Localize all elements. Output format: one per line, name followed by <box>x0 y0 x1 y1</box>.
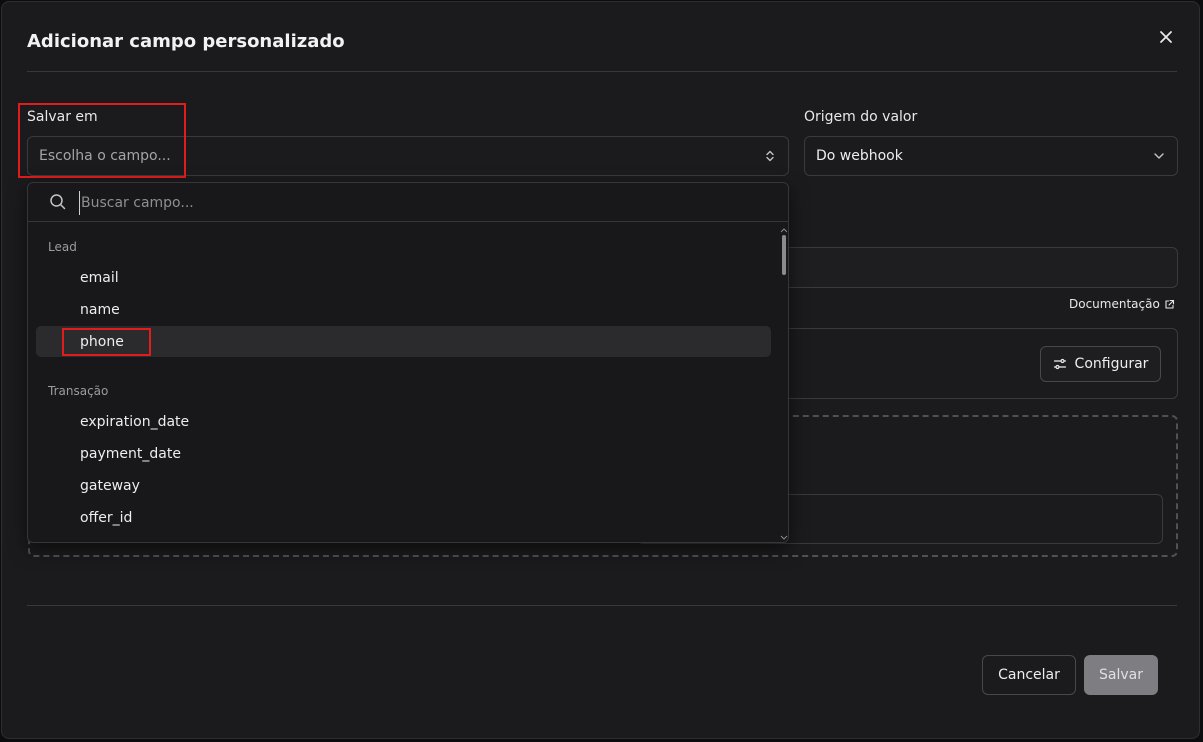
option-name[interactable]: name <box>36 294 771 325</box>
footer-divider <box>27 605 1177 606</box>
scroll-down-icon[interactable] <box>780 535 788 541</box>
scroll-up-icon[interactable] <box>780 227 788 233</box>
field-dropdown: Lead email name phone Transação expirati… <box>27 182 789 543</box>
sliders-icon <box>1053 358 1066 370</box>
scroll-thumb[interactable] <box>782 235 786 275</box>
header-divider <box>27 71 1177 72</box>
option-payment-date[interactable]: payment_date <box>36 438 771 469</box>
dropdown-scrollbar[interactable] <box>780 225 788 541</box>
custom-field-dialog: Adicionar campo personalizado Salvar em … <box>1 1 1200 739</box>
value-origin-label: Origem do valor <box>804 109 918 125</box>
option-gateway[interactable]: gateway <box>36 470 771 501</box>
value-origin-select[interactable]: Do webhook <box>804 136 1178 176</box>
external-link-icon <box>1165 299 1174 309</box>
option-email[interactable]: email <box>36 262 771 293</box>
highlight-phone <box>62 328 151 356</box>
group-label-transacao: Transação <box>48 384 109 398</box>
value-origin-value: Do webhook <box>816 148 903 164</box>
field-search-input[interactable] <box>79 191 763 215</box>
highlight-save-in <box>18 103 186 178</box>
save-button[interactable]: Salvar <box>1084 655 1158 695</box>
chevron-down-icon <box>1154 153 1164 159</box>
cancel-button[interactable]: Cancelar <box>982 655 1076 695</box>
documentation-link[interactable]: Documentação <box>1069 297 1175 311</box>
chevrons-up-down-icon <box>766 150 774 162</box>
group-label-lead: Lead <box>48 240 77 254</box>
search-icon <box>50 194 66 210</box>
close-icon[interactable] <box>1157 28 1175 46</box>
configure-label: Configurar <box>1074 356 1149 372</box>
dropdown-search-row <box>28 183 788 222</box>
option-offer-id[interactable]: offer_id <box>36 502 771 533</box>
option-expiration-date[interactable]: expiration_date <box>36 406 771 437</box>
documentation-label: Documentação <box>1069 297 1160 311</box>
dialog-title: Adicionar campo personalizado <box>27 31 345 52</box>
configure-button[interactable]: Configurar <box>1040 346 1161 382</box>
